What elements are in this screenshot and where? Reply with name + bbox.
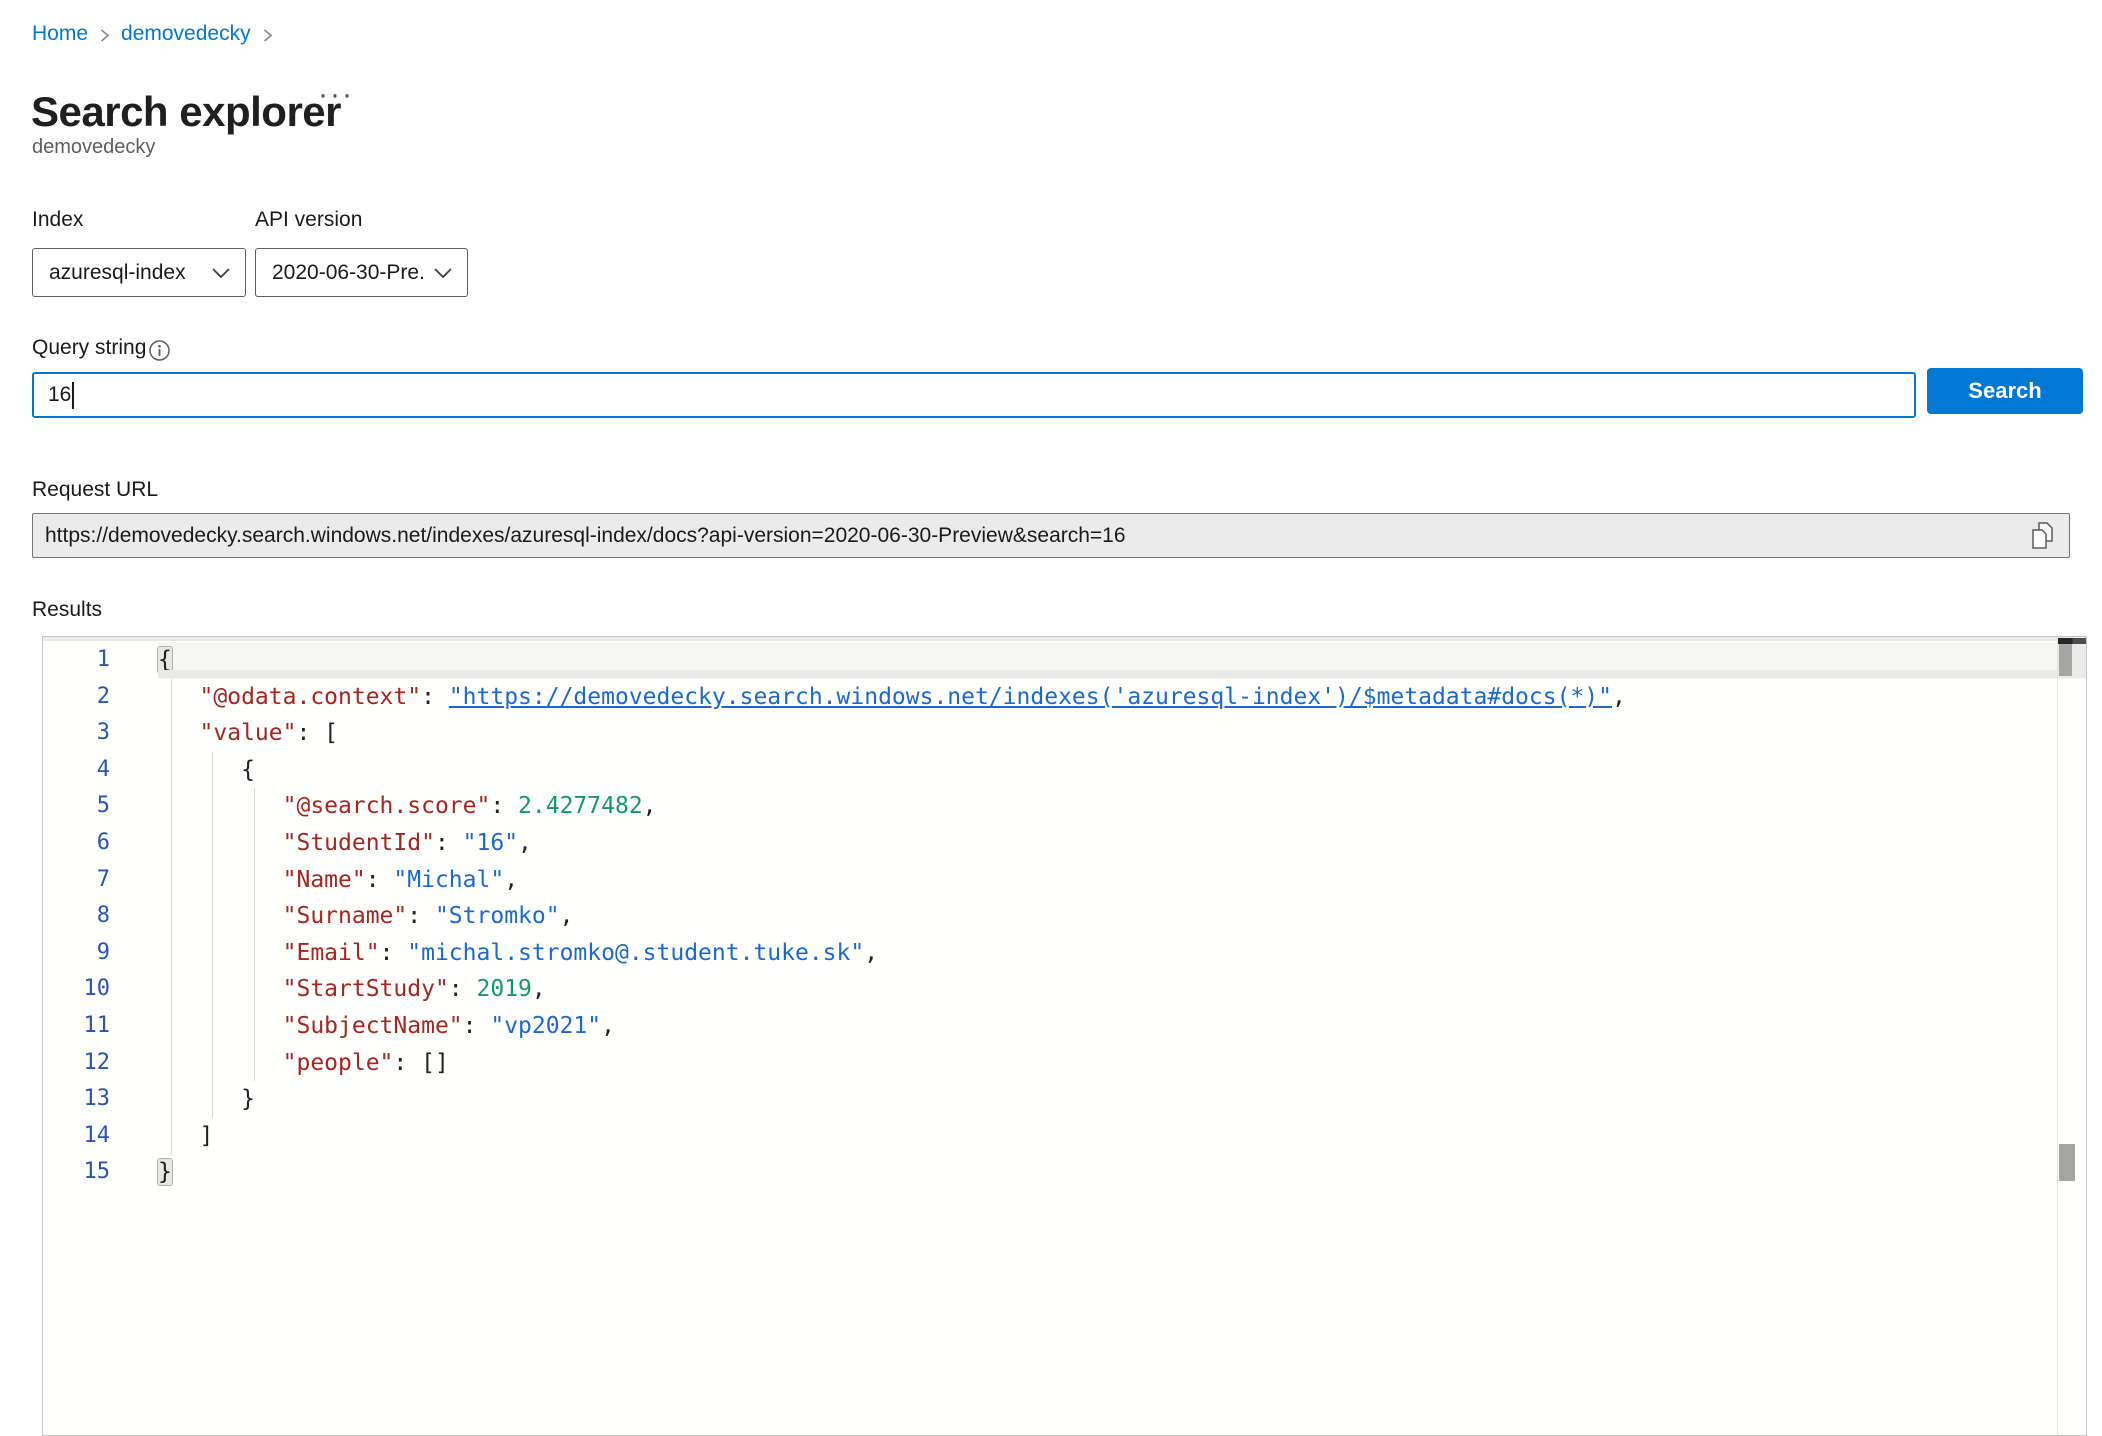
request-url-label: Request URL [32,478,158,502]
results-label: Results [32,598,102,622]
index-dropdown[interactable]: azuresql-index [32,248,246,297]
chevron-right-icon [98,27,111,44]
line-number: 6 [43,825,158,862]
line-number: 14 [43,1118,158,1155]
line-number: 15 [43,1154,158,1191]
index-dropdown-value: azuresql-index [49,261,201,285]
page-subtitle: demovedecky [32,136,155,159]
info-icon[interactable] [148,339,171,367]
code-line: 14 ] [43,1118,2086,1155]
chevron-down-icon [433,267,453,279]
search-explorer-page: Home demovedecky Search explorer ··· dem… [0,0,2102,1436]
line-number: 12 [43,1045,158,1082]
line-number: 8 [43,898,158,935]
page-title: Search explorer [31,88,341,136]
code-line-text: "Surname": "Stromko", [158,898,2086,935]
breadcrumb-link-home[interactable]: Home [32,22,88,46]
copy-button[interactable] [2027,521,2057,551]
query-string-label: Query string [32,336,146,360]
code-line-text: "people": [] [158,1045,2086,1082]
code-line: 9 "Email": "michal.stromko@.student.tuke… [43,935,2086,972]
api-version-dropdown[interactable]: 2020-06-30-Pre... [255,248,468,297]
api-version-label: API version [255,208,362,232]
code-line-text: "Email": "michal.stromko@.student.tuke.s… [158,935,2086,972]
code-lines-container: 1{2 "@odata.context": "https://demovedec… [43,642,2086,1191]
page-scrollbar-thumb[interactable] [2059,1144,2075,1181]
code-line-text: "@odata.context": "https://demovedecky.s… [158,679,2086,716]
query-string-input[interactable]: 16 [32,372,1916,418]
code-line: 13 } [43,1081,2086,1118]
context-menu-ellipsis-button[interactable]: ··· [318,78,354,112]
code-line-text: "value": [ [158,715,2086,752]
results-json-editor[interactable]: 1{2 "@odata.context": "https://demovedec… [42,636,2087,1436]
line-number: 2 [43,679,158,716]
editor-top-edge [43,637,2086,641]
code-line-text: "StartStudy": 2019, [158,971,2086,1008]
code-line: 7 "Name": "Michal", [43,862,2086,899]
code-line-text: } [158,1081,2086,1118]
code-line: 5 "@search.score": 2.4277482, [43,788,2086,825]
code-line: 11 "SubjectName": "vp2021", [43,1008,2086,1045]
code-line-text: ] [158,1118,2086,1155]
text-caret [72,382,74,409]
line-number: 3 [43,715,158,752]
code-line: 15} [43,1154,2086,1191]
line-number: 1 [43,642,158,679]
code-line-text: "@search.score": 2.4277482, [158,788,2086,825]
line-number: 10 [43,971,158,1008]
code-line-text: "Name": "Michal", [158,862,2086,899]
odata-context-link[interactable]: "https://demovedecky.search.windows.net/… [449,684,1612,710]
code-line: 3 "value": [ [43,715,2086,752]
chevron-right-icon [261,27,274,44]
code-line: 10 "StartStudy": 2019, [43,971,2086,1008]
line-number: 11 [43,1008,158,1045]
api-version-dropdown-value: 2020-06-30-Pre... [272,261,423,285]
line-number: 13 [43,1081,158,1118]
code-line-text: { [158,642,2086,679]
code-line: 6 "StudentId": "16", [43,825,2086,862]
request-url-value: https://demovedecky.search.windows.net/i… [45,524,1126,548]
code-line: 2 "@odata.context": "https://demovedecky… [43,679,2086,716]
copy-icon [2029,539,2055,554]
breadcrumb: Home demovedecky [32,22,274,46]
code-line: 8 "Surname": "Stromko", [43,898,2086,935]
breadcrumb-link-demovedecky[interactable]: demovedecky [121,22,251,46]
search-button[interactable]: Search [1927,368,2083,414]
code-line-text: "StudentId": "16", [158,825,2086,862]
code-line-text: { [158,752,2086,789]
code-line-text: "SubjectName": "vp2021", [158,1008,2086,1045]
code-line-text: } [158,1154,2086,1191]
query-string-value: 16 [48,383,71,407]
scrollbar-track-border [2057,637,2058,1435]
code-line: 4 { [43,752,2086,789]
code-line: 1{ [43,642,2086,679]
index-label: Index [32,208,83,232]
request-url-field[interactable]: https://demovedecky.search.windows.net/i… [32,513,2070,558]
line-number: 4 [43,752,158,789]
code-line: 12 "people": [] [43,1045,2086,1082]
editor-scrollbar-thumb[interactable] [2059,644,2072,676]
chevron-down-icon [211,267,231,279]
line-number: 9 [43,935,158,972]
line-number: 7 [43,862,158,899]
line-number: 5 [43,788,158,825]
